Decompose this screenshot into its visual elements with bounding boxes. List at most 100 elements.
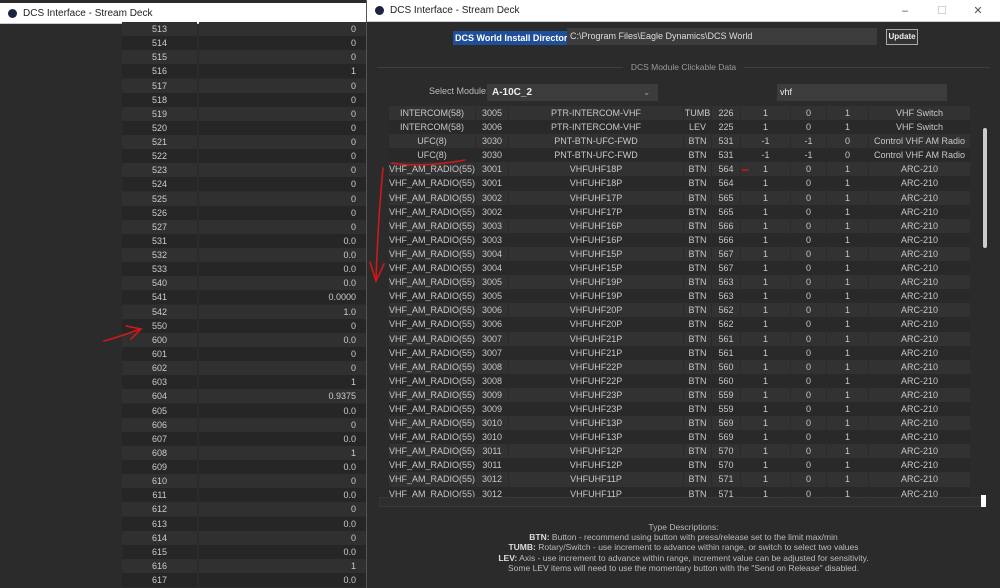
- value-row[interactable]: 613 0.0: [122, 516, 366, 531]
- value-row[interactable]: 522 0: [122, 149, 366, 164]
- value-id: 610: [122, 474, 197, 489]
- value-row[interactable]: 524 0: [122, 177, 366, 192]
- value-row[interactable]: 526 0: [122, 205, 366, 220]
- value-row[interactable]: 516 1: [122, 64, 366, 79]
- value-row[interactable]: 601 0: [122, 346, 366, 361]
- cell-category: VHF_AM_RADIO(55): [389, 190, 475, 205]
- value-row[interactable]: 603 1: [122, 375, 366, 390]
- table-row[interactable]: UFC(8) 3030 PNT-BTN-UFC-FWD BTN 531 -1 -1 0 Cont…: [389, 134, 971, 149]
- value-row[interactable]: 610 0: [122, 474, 366, 489]
- table-row[interactable]: VHF_AM_RADIO(55) 3009 VHFUHF23P BTN 559 1 0 1 AR…: [389, 401, 971, 417]
- value-row[interactable]: 525 0: [122, 191, 366, 206]
- table-row[interactable]: VHF_AM_RADIO(55) 3011 VHFUHF12P BTN 570 1 0 1 AR…: [389, 444, 971, 459]
- horizontal-scrollbar-thumb[interactable]: [981, 495, 986, 507]
- table-row[interactable]: VHF_AM_RADIO(55) 3006 VHFUHF20P BTN 562 1 0 1 AR…: [389, 303, 971, 318]
- cell-max: 1: [741, 472, 790, 487]
- value-row[interactable]: 518 0: [122, 92, 366, 107]
- cell-min: 0: [791, 430, 826, 445]
- search-input[interactable]: vhf: [777, 84, 947, 101]
- value-row[interactable]: 607 0.0: [122, 431, 366, 446]
- table-row[interactable]: VHF_AM_RADIO(55) 3004 VHFUHF15P BTN 567 1 0 1 AR…: [389, 261, 971, 276]
- close-button[interactable]: ✕: [963, 0, 993, 22]
- value-row[interactable]: 606 0: [122, 417, 366, 432]
- table-row[interactable]: VHF_AM_RADIO(55) 3003 VHFUHF16P BTN 566 1 0 1 AR…: [389, 232, 971, 247]
- table-row[interactable]: VHF_AM_RADIO(55) 3003 VHFUHF16P BTN 566 1 0 1 AR…: [389, 218, 971, 233]
- cell-min: 0: [791, 106, 826, 121]
- value-cell: 0.0: [199, 573, 366, 588]
- cell-description: ARC-210: [869, 458, 970, 473]
- minimize-button[interactable]: –: [890, 0, 920, 22]
- cell-max: 1: [741, 486, 790, 497]
- value-row[interactable]: 550 0: [122, 318, 366, 333]
- value-row[interactable]: 604 0.9375: [122, 389, 366, 404]
- table-row[interactable]: VHF_AM_RADIO(55) 3001 VHFUHF18P BTN 564 1 0 1 AR…: [389, 176, 971, 191]
- value-row[interactable]: 609 0.0: [122, 460, 366, 475]
- value-row[interactable]: 616 1: [122, 558, 366, 573]
- table-row[interactable]: VHF_AM_RADIO(55) 3012 VHFUHF11P BTN 571 1 0 1 AR…: [389, 486, 971, 497]
- value-row[interactable]: 611 0.0: [122, 488, 366, 503]
- value-row[interactable]: 614 0: [122, 530, 366, 545]
- install-dir-input[interactable]: C:\Program Files\Eagle Dynamics\DCS Worl…: [567, 28, 877, 45]
- value-row[interactable]: 531 0.0: [122, 233, 366, 248]
- value-id: 523: [122, 163, 197, 178]
- value-row[interactable]: 617 0.0: [122, 573, 366, 588]
- table-row[interactable]: VHF_AM_RADIO(55) 3009 VHFUHF23P BTN 559 1 0 1 AR…: [389, 387, 971, 402]
- value-row[interactable]: 540 0.0: [122, 276, 366, 291]
- value-row[interactable]: 517 0: [122, 78, 366, 93]
- table-row[interactable]: VHF_AM_RADIO(55) 3005 VHFUHF19P BTN 563 1 0 1 AR…: [389, 275, 971, 290]
- value-row[interactable]: 533 0.0: [122, 262, 366, 277]
- table-row[interactable]: VHF_AM_RADIO(55) 3006 VHFUHF20P BTN 562 1 0 1 AR…: [389, 317, 971, 332]
- module-select[interactable]: A-10C_2 ⌄: [487, 84, 658, 101]
- value-row[interactable]: 527 0: [122, 219, 366, 234]
- value-row[interactable]: 615 0.0: [122, 544, 366, 559]
- value-cell: 0.0: [199, 233, 366, 248]
- value-row[interactable]: 541 0.0000: [122, 290, 366, 305]
- table-row[interactable]: VHF_AM_RADIO(55) 3001 VHFUHF18P BTN 564 1 0 1 AR…: [389, 162, 971, 177]
- value-row[interactable]: 600 0.0: [122, 332, 366, 347]
- table-row[interactable]: VHF_AM_RADIO(55) 3008 VHFUHF22P BTN 560 1 0 1 AR…: [389, 373, 971, 388]
- value-row[interactable]: 523 0: [122, 163, 366, 178]
- cell-id: 3003: [476, 218, 508, 233]
- table-row[interactable]: VHF_AM_RADIO(55) 3010 VHFUHF13P BTN 569 1 0 1 AR…: [389, 416, 971, 431]
- table-row[interactable]: VHF_AM_RADIO(55) 3004 VHFUHF15P BTN 567 1 0 1 AR…: [389, 246, 971, 262]
- table-row[interactable]: UFC(8) 3030 PNT-BTN-UFC-FWD BTN 531 -1 -1 0 Cont…: [389, 148, 971, 163]
- horizontal-scrollbar[interactable]: [379, 497, 983, 507]
- table-row[interactable]: VHF_AM_RADIO(55) 3010 VHFUHF13P BTN 569 1 0 1 AR…: [389, 430, 971, 445]
- cell-description: ARC-210: [869, 289, 970, 304]
- table-row[interactable]: VHF_AM_RADIO(55) 3002 VHFUHF17P BTN 565 1 0 1 AR…: [389, 190, 971, 205]
- value-id: 516: [122, 64, 197, 79]
- left-title-bar[interactable]: DCS Interface - Stream Deck: [0, 3, 368, 24]
- table-row[interactable]: VHF_AM_RADIO(55) 3011 VHFUHF12P BTN 570 1 0 1 AR…: [389, 458, 971, 473]
- table-row[interactable]: INTERCOM(58) 3005 PTR-INTERCOM-VHF TUMB 226 1…: [389, 106, 971, 121]
- value-row[interactable]: 608 1: [122, 445, 366, 460]
- value-row[interactable]: 514 0: [122, 36, 366, 51]
- value-row[interactable]: 513 0: [122, 22, 366, 36]
- cell-id: 3008: [476, 359, 508, 374]
- value-row[interactable]: 612 0: [122, 502, 366, 517]
- table-row[interactable]: INTERCOM(58) 3006 PTR-INTERCOM-VHF LEV 225 1 0…: [389, 120, 971, 135]
- value-row[interactable]: 521 0: [122, 135, 366, 150]
- cell-arg: 564: [712, 162, 740, 177]
- value-id: 515: [122, 50, 197, 65]
- value-row[interactable]: 519 0: [122, 106, 366, 121]
- update-button[interactable]: Update: [886, 29, 918, 45]
- table-row[interactable]: VHF_AM_RADIO(55) 3008 VHFUHF22P BTN 560 1 0 1 AR…: [389, 359, 971, 374]
- value-row[interactable]: 602 0: [122, 361, 366, 376]
- type-descriptions-title: Type Descriptions:: [648, 522, 719, 532]
- scrollbar-thumb[interactable]: [983, 128, 987, 248]
- value-row[interactable]: 520 0: [122, 120, 366, 135]
- value-row[interactable]: 515 0: [122, 50, 366, 65]
- table-row[interactable]: VHF_AM_RADIO(55) 3007 VHFUHF21P BTN 561 1 0 1 AR…: [389, 331, 971, 346]
- value-cell: 0: [199, 78, 366, 93]
- cell-max: 1: [741, 345, 790, 360]
- table-row[interactable]: VHF_AM_RADIO(55) 3012 VHFUHF11P BTN 571 1 0 1 AR…: [389, 472, 971, 487]
- vertical-scrollbar[interactable]: [981, 106, 989, 498]
- maximize-button[interactable]: ☐: [927, 0, 957, 22]
- value-row[interactable]: 605 0.0: [122, 403, 366, 418]
- table-row[interactable]: VHF_AM_RADIO(55) 3005 VHFUHF19P BTN 563 1 0 1 AR…: [389, 289, 971, 304]
- cell-min: 0: [791, 232, 826, 247]
- value-row[interactable]: 532 0.0: [122, 248, 366, 263]
- table-row[interactable]: VHF_AM_RADIO(55) 3007 VHFUHF21P BTN 561 1 0 1 AR…: [389, 345, 971, 360]
- table-row[interactable]: VHF_AM_RADIO(55) 3002 VHFUHF17P BTN 565 1 0 1 AR…: [389, 204, 971, 219]
- value-row[interactable]: 542 1.0: [122, 304, 366, 319]
